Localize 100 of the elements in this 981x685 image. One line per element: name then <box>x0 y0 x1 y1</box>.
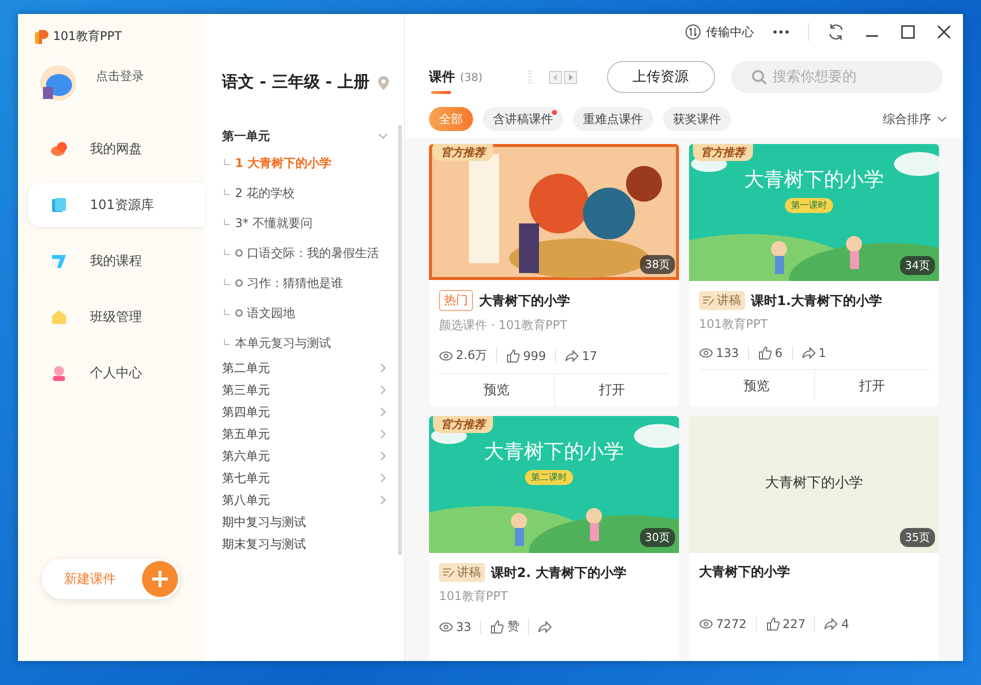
loading-icon <box>526 70 533 84</box>
activity-icon <box>235 309 243 317</box>
view-count: 133 <box>716 346 739 360</box>
lesson-item[interactable]: 习作：猜猜他是谁 <box>222 267 388 297</box>
script-tag: 讲稿 <box>699 291 745 310</box>
nav-item[interactable]: 我的课程 <box>28 239 205 283</box>
thumbs-up-icon[interactable] <box>758 346 772 360</box>
unit-item[interactable]: 第三单元 <box>222 379 388 401</box>
courseware-card[interactable]: 大青树下的小学 35页 大青树下的小学 7272 227 4 <box>689 416 939 661</box>
lesson-item[interactable]: 本单元复习与测试 <box>222 327 388 357</box>
cloud-icon <box>50 140 68 158</box>
filter-chip[interactable]: 含讲稿课件 <box>483 107 563 131</box>
activity-icon <box>235 249 243 257</box>
card-title[interactable]: 课时1.大青树下的小学 <box>751 292 882 310</box>
script-tag: 讲稿 <box>439 563 485 582</box>
lesson-item[interactable]: 口语交际：我的暑假生活 <box>222 237 388 267</box>
upload-button[interactable]: 上传资源 <box>606 61 715 93</box>
lesson-item[interactable]: 2 花的学校 <box>222 177 388 207</box>
chevron-right-icon <box>378 429 388 439</box>
filter-chip[interactable]: 获奖课件 <box>663 107 731 131</box>
refresh-icon[interactable] <box>827 23 845 41</box>
share-icon[interactable] <box>824 617 838 631</box>
app-name: 101教育PPT <box>53 28 122 45</box>
lesson-item[interactable]: 语文园地 <box>222 297 388 327</box>
view-count: 2.6万 <box>456 347 488 364</box>
courseware-card[interactable]: 官方推荐 大青树下的小学 第二课时 30页 讲稿 课时2. 大青树下的小学 101教育PPT 33 赞 <box>429 416 679 661</box>
share-icon[interactable] <box>565 348 579 362</box>
preview-button[interactable]: 预览 <box>439 374 554 406</box>
unit-item[interactable]: 第一单元 <box>222 125 388 147</box>
nav-item[interactable]: 我的网盘 <box>28 127 205 171</box>
share-count: 4 <box>841 617 850 631</box>
preview-button[interactable]: 预览 <box>699 370 814 402</box>
person-icon <box>50 364 68 382</box>
search-field[interactable]: 搜索你想要的 <box>730 61 943 93</box>
card-source: 颜选课件 · 101教育PPT <box>439 317 568 333</box>
eye-icon <box>439 620 453 634</box>
courseware-card[interactable]: 官方推荐 38页 热门 大青树下的小学 颜选课件 · 101教育PPT 2.6万 999 17 预览 打开 <box>429 144 679 406</box>
thumbs-up-icon[interactable] <box>766 617 780 631</box>
courseware-card[interactable]: 官方推荐 大青树下的小学 第一课时 34页 讲稿 课时1.大青树下的小学 101教育PPT 133 6 1 预览 打开 <box>689 144 939 406</box>
courseware-tab[interactable]: 课件 (38) <box>429 68 483 94</box>
unit-item[interactable]: 期末复习与测试 <box>222 533 388 555</box>
triangle-right-icon <box>566 74 574 80</box>
avatar[interactable] <box>38 63 78 103</box>
chevron-right-icon <box>378 473 388 483</box>
share-count: 17 <box>582 348 598 362</box>
like-count: 999 <box>523 348 546 362</box>
login-link[interactable]: 点击登录 <box>96 68 144 84</box>
chevron-down-icon <box>937 114 947 124</box>
close-icon[interactable] <box>935 23 953 41</box>
official-badge: 官方推荐 <box>433 416 493 433</box>
nav-item[interactable]: 101资源库 <box>28 183 205 227</box>
lesson-item[interactable]: 3* 不懂就要问 <box>222 207 388 237</box>
card-title[interactable]: 课时2. 大青树下的小学 <box>491 564 627 582</box>
unit-item[interactable]: 第四单元 <box>222 401 388 423</box>
chevron-right-icon <box>378 495 388 505</box>
card-title[interactable]: 大青树下的小学 <box>699 563 790 581</box>
unit-item[interactable]: 第七单元 <box>222 467 388 489</box>
filter-chip[interactable]: 重难点课件 <box>573 107 653 131</box>
page-count: 30页 <box>640 528 675 547</box>
view-count: 7272 <box>716 617 747 631</box>
unit-item[interactable]: 第八单元 <box>222 489 388 511</box>
card-title[interactable]: 大青树下的小学 <box>479 292 570 310</box>
chevron-right-icon <box>378 451 388 461</box>
chevron-right-icon <box>378 363 388 373</box>
slide-subtitle: 第二课时 <box>525 470 573 485</box>
slide-title: 大青树下的小学 <box>764 474 864 492</box>
thumbs-up-icon[interactable] <box>490 620 504 634</box>
like-count: 227 <box>782 617 806 631</box>
slide-title: 大青树下的小学 <box>483 438 625 465</box>
share-icon[interactable] <box>538 620 552 634</box>
pen-lines-icon <box>443 568 455 578</box>
like-count: 6 <box>774 346 783 360</box>
book-title[interactable]: 语文 - 三年级 - 上册 <box>222 72 370 93</box>
official-badge: 官方推荐 <box>693 144 753 161</box>
pen-lines-icon <box>703 296 715 306</box>
plus-icon <box>142 561 178 597</box>
unit-item[interactable]: 第六单元 <box>222 445 388 467</box>
open-button[interactable]: 打开 <box>554 374 669 406</box>
page-count: 34页 <box>900 256 935 275</box>
sort-dropdown[interactable]: 综合排序 <box>877 110 953 128</box>
open-button[interactable]: 打开 <box>814 370 929 402</box>
house-icon <box>50 308 68 326</box>
unit-item[interactable]: 第五单元 <box>222 423 388 445</box>
eye-icon <box>699 346 713 360</box>
hot-tag: 热门 <box>439 290 473 311</box>
share-icon[interactable] <box>802 346 816 360</box>
book-icon <box>50 196 68 214</box>
transfer-center-button[interactable]: 传输中心 <box>685 24 754 40</box>
nav-item[interactable]: 班级管理 <box>28 295 205 339</box>
thumbs-up-icon[interactable] <box>506 348 520 362</box>
card-source: 101教育PPT <box>439 588 509 604</box>
maximize-icon[interactable] <box>899 23 917 41</box>
ribbon-icon <box>50 252 68 270</box>
activity-icon <box>235 279 243 287</box>
eye-icon <box>699 617 713 631</box>
chevron-down-icon <box>378 131 388 141</box>
chevron-right-icon <box>378 407 388 417</box>
unit-item[interactable]: 期中复习与测试 <box>222 511 388 533</box>
nav-item[interactable]: 个人中心 <box>28 351 205 395</box>
unit-item[interactable]: 第二单元 <box>222 357 388 379</box>
